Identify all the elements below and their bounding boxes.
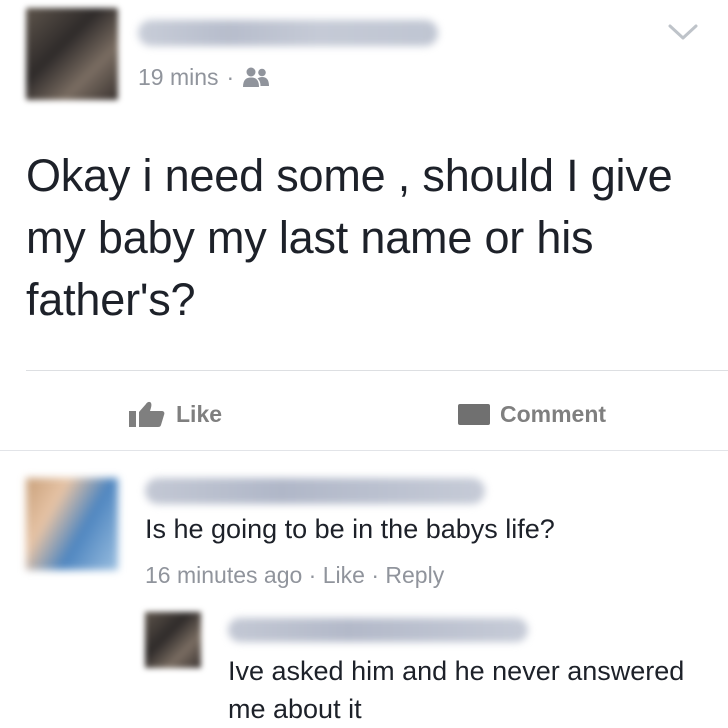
post-author-avatar[interactable] [26,8,118,100]
post-timestamp[interactable]: 19 mins [138,64,219,91]
chevron-down-icon[interactable] [666,20,700,44]
meta-separator: · [364,562,386,588]
comment-time[interactable]: 16 minutes ago [145,562,302,589]
like-label: Like [176,400,223,427]
like-button[interactable]: Like [128,398,222,430]
comment-like-link[interactable]: Like [323,562,365,589]
comment-icon [458,403,490,425]
commenter-name-redacted[interactable] [145,478,485,504]
post-author-name-redacted[interactable] [138,20,438,46]
comment-label: Comment [500,400,607,427]
friends-icon[interactable] [242,66,270,88]
reply-author-avatar[interactable] [145,612,201,668]
thumbs-up-icon [129,401,165,427]
divider [0,450,728,451]
comment-reply-link[interactable]: Reply [385,562,444,589]
comment-meta: 16 minutes ago · Like · Reply [145,562,444,589]
comment-button[interactable]: Comment [458,398,606,430]
commenter-avatar[interactable] [26,478,118,570]
meta-separator: · [226,63,235,90]
comment-text: Is he going to be in the babys life? [145,514,555,544]
post-meta: 19 mins · [138,62,270,92]
reply-author-name-redacted[interactable] [228,618,528,642]
reply-text: Ive asked him and he never answered me a… [228,656,685,724]
meta-separator: · [302,562,323,588]
post-text: Okay i need some , should I give my baby… [26,150,673,325]
divider [26,370,728,371]
